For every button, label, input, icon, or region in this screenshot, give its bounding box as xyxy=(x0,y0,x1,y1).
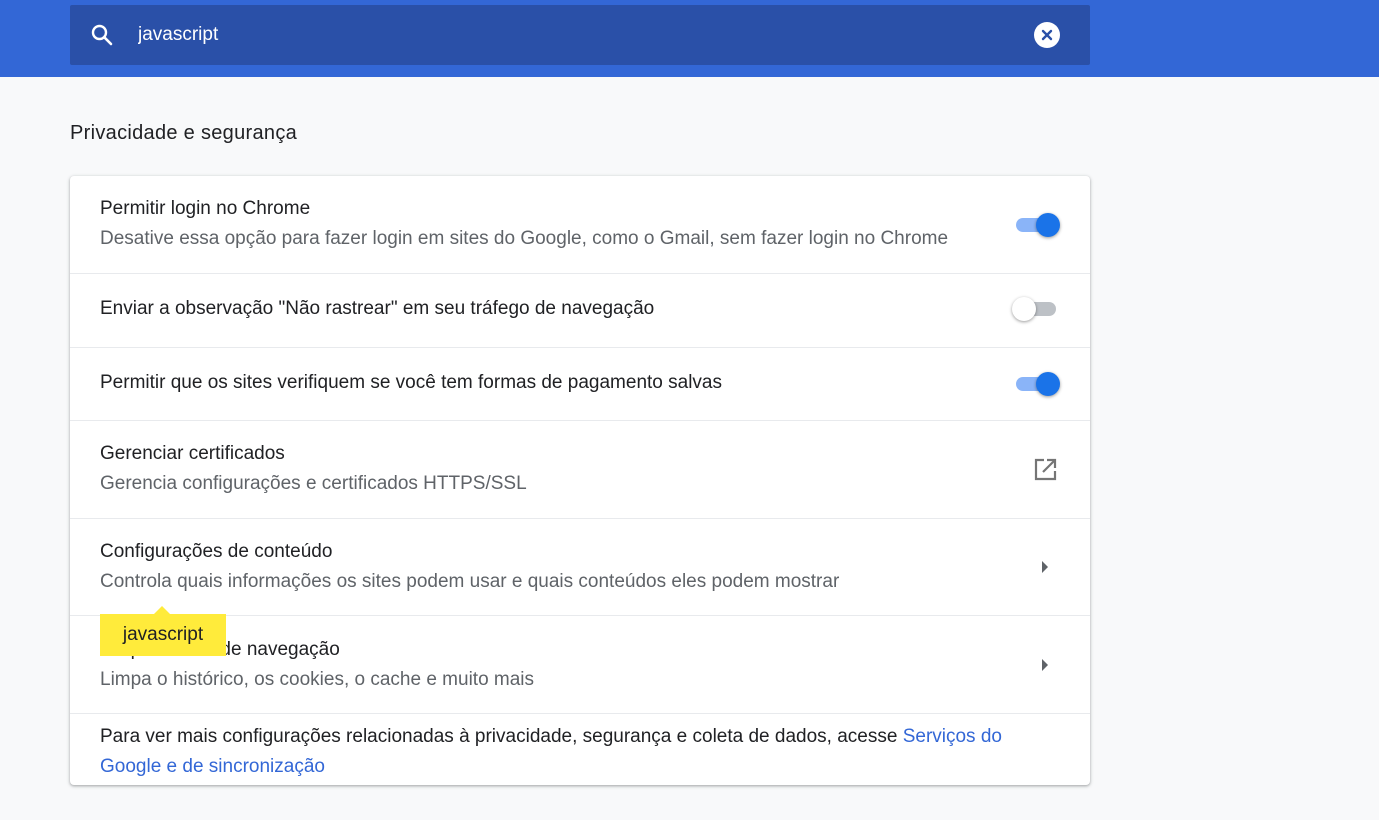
setting-title: Permitir login no Chrome xyxy=(100,198,311,219)
search-input[interactable] xyxy=(138,19,998,51)
footer-info: Para ver mais configurações relacionadas… xyxy=(70,713,1090,785)
search-highlight-tooltip: javascript xyxy=(100,606,226,656)
top-bar xyxy=(0,0,1379,77)
setting-title: Permitir que os sites verifiquem se você… xyxy=(100,372,722,393)
close-icon xyxy=(1041,29,1053,41)
setting-title: Enviar a observação "Não rastrear" em se… xyxy=(100,298,655,319)
setting-row-chrome-sign-in[interactable]: Permitir login no Chrome Desative essa o… xyxy=(70,176,1090,273)
setting-description: Gerencia configurações e certificados HT… xyxy=(100,473,527,494)
search-box[interactable] xyxy=(70,5,1090,65)
section-title: Privacidade e segurança xyxy=(70,122,298,144)
setting-row-payment-methods[interactable]: Permitir que os sites verifiquem se você… xyxy=(70,347,1090,420)
payment-methods-toggle[interactable] xyxy=(1014,371,1060,396)
chrome-sign-in-toggle[interactable] xyxy=(1014,212,1060,237)
setting-description: Limpa o histórico, os cookies, o cache e… xyxy=(100,669,535,690)
chevron-right-icon[interactable] xyxy=(1036,651,1064,679)
clear-search-button[interactable] xyxy=(1034,22,1060,48)
do-not-track-toggle[interactable] xyxy=(1012,296,1060,321)
setting-title: Gerenciar certificados xyxy=(100,443,285,464)
privacy-settings-card: Permitir login no Chrome Desative essa o… xyxy=(70,176,1090,785)
setting-row-do-not-track[interactable]: Enviar a observação "Não rastrear" em se… xyxy=(70,273,1090,347)
external-link-icon[interactable] xyxy=(1031,456,1059,484)
setting-row-manage-certificates[interactable]: Gerenciar certificados Gerencia configur… xyxy=(70,420,1090,518)
setting-row-content-settings[interactable]: Configurações de conteúdo Controla quais… xyxy=(70,518,1090,615)
search-icon xyxy=(90,23,114,47)
footer-text-body: Para ver mais configurações relacionadas… xyxy=(100,726,903,747)
chevron-right-icon[interactable] xyxy=(1036,553,1064,581)
setting-description: Desative essa opção para fazer login em … xyxy=(100,228,949,249)
footer-text: Para ver mais configurações relacionadas… xyxy=(100,722,1060,782)
setting-title: Configurações de conteúdo xyxy=(100,541,333,562)
setting-description: Controla quais informações os sites pode… xyxy=(100,571,840,592)
